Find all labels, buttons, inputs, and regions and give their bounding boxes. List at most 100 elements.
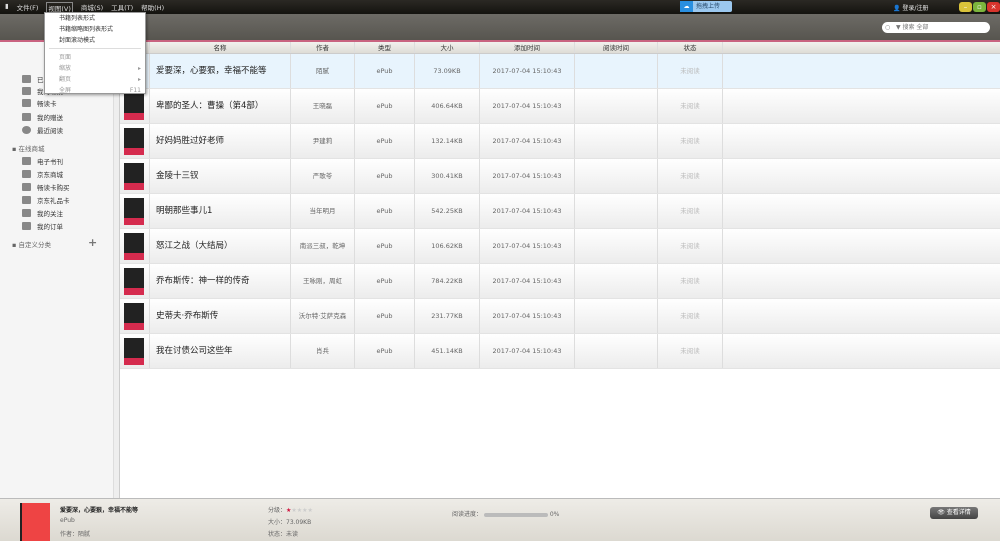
- label: 自定义分类: [18, 241, 51, 249]
- book-cover: [120, 264, 150, 298]
- view-details-button[interactable]: 👁 查看详情: [930, 507, 978, 519]
- book-type: ePub: [355, 124, 415, 158]
- menu-separator: [49, 46, 141, 49]
- book-status: 未阅读: [658, 54, 723, 88]
- view-menu-item[interactable]: 翻页 ▸: [45, 74, 145, 85]
- view-menu-item[interactable]: 书籍列表形式: [45, 13, 145, 24]
- label: 最近阅读: [37, 126, 63, 135]
- table-row[interactable]: 乔布斯传：神一样的传奇 王咏刚，周虹 ePub 784.22KB 2017-07-04 …: [120, 264, 1000, 299]
- sidebar-item-jd-store[interactable]: 京东商城: [22, 168, 63, 179]
- view-menu-item[interactable]: 书籍缩略图列表形式: [45, 24, 145, 35]
- table-row[interactable]: 好妈妈胜过好老师 尹建莉 ePub 132.14KB 2017-07-04 15:10:…: [120, 124, 1000, 159]
- col-author[interactable]: 作者: [291, 42, 355, 53]
- book-name: 乔布斯传：神一样的传奇: [150, 264, 291, 298]
- sidebar-item-gift[interactable]: 我的赠送: [22, 111, 63, 122]
- table-row[interactable]: 爱要深，心要狠，幸福不能等 陌腻 ePub 73.09KB 2017-07-04 15:…: [120, 54, 1000, 89]
- book-size: 大小：73.09KB: [268, 519, 312, 526]
- sidebar-item-card-buy[interactable]: 畅读卡购买: [22, 181, 70, 192]
- book-author: 沃尔特·艾萨克森: [291, 299, 355, 333]
- table-row[interactable]: 我在讨债公司这些年 肖兵 ePub 451.14KB 2017-07-04 15:10:…: [120, 334, 1000, 369]
- col-read[interactable]: 阅读时间: [575, 42, 658, 53]
- label: 电子书刊: [37, 157, 63, 166]
- book-read-time: [575, 194, 658, 228]
- book-name: 我在讨债公司这些年: [150, 334, 291, 368]
- sidebar-item-recent[interactable]: 最近阅读: [22, 124, 63, 135]
- col-size[interactable]: 大小: [415, 42, 480, 53]
- sidebar-item-card[interactable]: 畅读卡: [22, 97, 57, 108]
- table-row[interactable]: 怒江之战（大结局） 南派三叔，乾坤 ePub 106.62KB 2017-07-04 1…: [120, 229, 1000, 264]
- table-row[interactable]: 史蒂夫·乔布斯传 沃尔特·艾萨克森 ePub 231.77KB 2017-07-04 1…: [120, 299, 1000, 334]
- view-menu-item[interactable]: 封面滚动模式: [45, 35, 145, 46]
- book-author: 王晓磊: [291, 89, 355, 123]
- book-cover: [120, 334, 150, 368]
- reading-progress: 阅读进度： 0%: [452, 509, 559, 518]
- col-name[interactable]: 名称: [150, 42, 291, 53]
- sidebar-item-orders[interactable]: 我的订单: [22, 220, 63, 231]
- label: 畅读卡: [37, 99, 57, 108]
- rating[interactable]: 分级：★★★★★: [268, 505, 313, 514]
- book-read-time: [575, 334, 658, 368]
- star-empty-icon[interactable]: ★★★★: [291, 507, 313, 514]
- book-read-time: [575, 89, 658, 123]
- book-author: 作者：陌腻: [60, 531, 91, 538]
- book-added: 2017-07-04 15:10:43: [480, 334, 575, 368]
- book-name: 好妈妈胜过好老师: [150, 124, 291, 158]
- login-button[interactable]: 👤 登录/注册: [893, 3, 928, 12]
- ebook-icon: [22, 156, 31, 165]
- book-added: 2017-07-04 15:10:43: [480, 159, 575, 193]
- label: 书籍列表形式: [59, 15, 96, 22]
- col-type[interactable]: 类型: [355, 42, 415, 53]
- book-name: 怒江之战（大结局）: [150, 229, 291, 263]
- maximize-button[interactable]: ▫: [973, 2, 986, 12]
- book-author: 王咏刚，周虹: [291, 264, 355, 298]
- view-menu-item[interactable]: 缩放 ▸: [45, 63, 145, 74]
- search-placeholder: ▼ 搜索 全部: [896, 24, 929, 31]
- book-added: 2017-07-04 15:10:43: [480, 229, 575, 263]
- book-added: 2017-07-04 15:10:43: [480, 194, 575, 228]
- table-header: 名称 作者 类型 大小 添加时间 阅读时间 状态: [120, 42, 1000, 54]
- book-added: 2017-07-04 15:10:43: [480, 89, 575, 123]
- book-read-time: [575, 264, 658, 298]
- bag-icon: [22, 182, 31, 191]
- upload-button[interactable]: ☁ 拖拽上传: [680, 1, 732, 12]
- col-status[interactable]: 状态: [658, 42, 723, 53]
- table-row[interactable]: 金陵十三钗 严歌苓 ePub 300.41KB 2017-07-04 15:10:43 未…: [120, 159, 1000, 194]
- book-added: 2017-07-04 15:10:43: [480, 124, 575, 158]
- store-icon: [22, 169, 31, 178]
- book-status: 未阅读: [658, 89, 723, 123]
- add-category-icon[interactable]: +: [88, 236, 97, 249]
- progress-label: 阅读进度：: [452, 511, 483, 518]
- progress-bar: [483, 512, 548, 517]
- title-bar: ▮ 文件(F) 视图(V) 商城(S) 工具(T) 帮助(H) ☁ 拖拽上传 👤 …: [0, 0, 1000, 14]
- sidebar-item-gift-card[interactable]: 京东礼品卡: [22, 194, 70, 205]
- sidebar-item-follow[interactable]: 我的关注: [22, 207, 63, 218]
- col-added[interactable]: 添加时间: [480, 42, 575, 53]
- book-name: 明朝那些事儿1: [150, 194, 291, 228]
- sidebar-section-custom[interactable]: ▪ 自定义分类: [12, 239, 51, 249]
- table-row[interactable]: 明朝那些事儿1 当年明月 ePub 542.25KB 2017-07-04 15:10:…: [120, 194, 1000, 229]
- book-name: 卑鄙的圣人：曹操（第4部）: [150, 89, 291, 123]
- menu-file[interactable]: 文件(F): [17, 2, 39, 14]
- rating-label: 分级：: [268, 507, 287, 514]
- book-added: 2017-07-04 15:10:43: [480, 54, 575, 88]
- login-label: 登录/注册: [902, 5, 929, 12]
- book-cover: [120, 299, 150, 333]
- search-input[interactable]: ○ ▼ 搜索 全部: [882, 22, 990, 33]
- label: 在线商城: [18, 145, 45, 153]
- lock-icon: [22, 74, 31, 83]
- sidebar-section-store[interactable]: ▪ 在线商城: [12, 143, 44, 153]
- view-menu-item[interactable]: 页面: [45, 52, 145, 63]
- close-button[interactable]: ×: [987, 2, 1000, 12]
- book-author: 肖兵: [291, 334, 355, 368]
- view-menu-item[interactable]: 全屏 F11: [45, 85, 145, 96]
- book-status: 未阅读: [658, 264, 723, 298]
- book-name: 史蒂夫·乔布斯传: [150, 299, 291, 333]
- table-row[interactable]: 卑鄙的圣人：曹操（第4部） 王晓磊 ePub 406.64KB 2017-07-04 1…: [120, 89, 1000, 124]
- label: 书籍缩略图列表形式: [59, 26, 114, 33]
- label: 我的关注: [37, 209, 63, 218]
- book-author: 当年明月: [291, 194, 355, 228]
- sidebar-item-ebooks[interactable]: 电子书刊: [22, 155, 63, 166]
- minimize-button[interactable]: –: [959, 2, 972, 12]
- book-size: 406.64KB: [415, 89, 480, 123]
- book-read-time: [575, 229, 658, 263]
